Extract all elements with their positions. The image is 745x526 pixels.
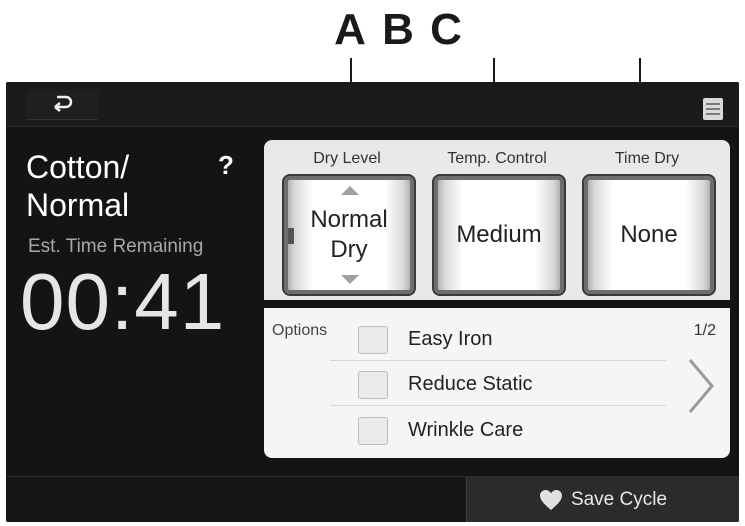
- time-dry-dial[interactable]: None: [582, 174, 716, 296]
- dry-level-value-line1: Normal: [310, 206, 388, 233]
- page-indicator: 1/2: [693, 322, 716, 339]
- temp-control-value: Medium: [456, 221, 542, 248]
- temp-control-dial[interactable]: Medium: [432, 174, 566, 296]
- save-cycle-label: Save Cycle: [570, 488, 668, 510]
- easy-iron-label: Easy Iron: [408, 328, 493, 350]
- dry-level-value: Normal Dry: [284, 205, 414, 265]
- arrow-up-icon[interactable]: [341, 186, 359, 195]
- settings-panel: Dry Level Temp. Control Time Dry Normal …: [264, 140, 730, 300]
- dry-level-value-line2: Dry: [330, 236, 368, 263]
- save-cycle-button[interactable]: Save Cycle: [466, 477, 739, 522]
- cycle-name-line2: Normal: [26, 187, 130, 223]
- wrinkle-care-checkbox[interactable]: [358, 417, 388, 445]
- next-page-button[interactable]: [680, 356, 720, 416]
- heart-icon: [539, 489, 562, 510]
- time-remaining: 00:41: [20, 257, 226, 346]
- option-wrinkle-care[interactable]: Wrinkle Care: [330, 407, 666, 451]
- option-easy-iron[interactable]: Easy Iron: [330, 316, 666, 361]
- dry-level-dial[interactable]: Normal Dry: [282, 174, 416, 296]
- top-bar: [6, 82, 739, 127]
- option-reduce-static[interactable]: Reduce Static: [330, 361, 666, 406]
- back-arrow-icon: [54, 95, 73, 112]
- reduce-static-label: Reduce Static: [408, 373, 533, 395]
- reduce-static-checkbox[interactable]: [358, 371, 388, 399]
- menu-icon[interactable]: [703, 98, 723, 120]
- callout-c: C: [430, 5, 462, 54]
- easy-iron-checkbox[interactable]: [358, 326, 388, 354]
- back-button[interactable]: [26, 90, 98, 120]
- cycle-name: Cotton/ Normal: [26, 148, 206, 224]
- options-panel: Options 1/2 Easy Iron Reduce Static Wrin…: [264, 308, 730, 458]
- help-icon[interactable]: ?: [218, 150, 234, 181]
- wrinkle-care-label: Wrinkle Care: [408, 419, 524, 441]
- dry-level-title: Dry Level: [313, 150, 381, 167]
- time-dry-title: Time Dry: [614, 150, 680, 167]
- cycle-name-line1: Cotton/: [26, 149, 130, 185]
- temp-control-title: Temp. Control: [447, 150, 547, 167]
- dryer-screen: Cotton/ Normal ? Est. Time Remaining 00:…: [6, 82, 739, 522]
- arrow-down-icon[interactable]: [341, 275, 359, 284]
- bottom-bar: Save Cycle: [6, 476, 739, 522]
- time-dry-value: None: [620, 221, 678, 248]
- options-label: Options: [272, 322, 328, 339]
- chevron-right-icon: [688, 359, 714, 413]
